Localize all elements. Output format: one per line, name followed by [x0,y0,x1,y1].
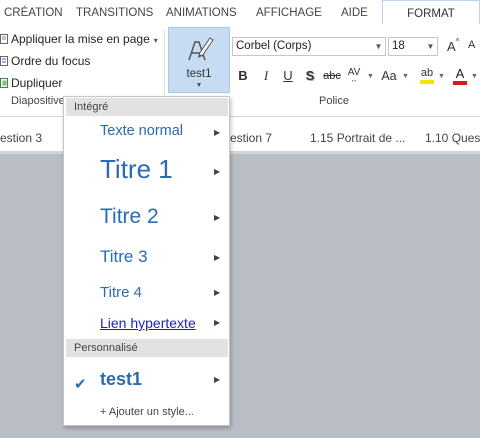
underline-button[interactable]: U [281,67,295,85]
style-item-label: Titre 2 [100,205,159,228]
duplicate-button[interactable]: Dupliquer [0,74,62,92]
tab-aide[interactable]: AIDE [341,0,368,24]
focus-order-label: Ordre du focus [11,54,91,68]
font-color-glyph: A [455,66,465,81]
chevron-down-icon: ▼ [195,82,203,89]
bold-button[interactable]: B [236,67,250,85]
slide-tab[interactable]: estion 3 [0,131,42,145]
shadow-button[interactable]: S [303,67,317,85]
grow-font-button[interactable]: A^ [447,37,459,54]
style-gallery-button[interactable]: test1 ▼ [168,27,230,93]
chevron-down-icon[interactable]: ▼ [372,38,385,55]
chevron-right-icon: ▶ [214,253,221,262]
chevron-down-icon[interactable]: ▼ [438,68,445,86]
focus-order-icon [0,54,9,66]
style-item-label: Titre 3 [100,247,148,266]
apply-layout-button[interactable]: Appliquer la mise en page ▾ [0,30,158,48]
font-size-value: 18 [392,40,405,52]
highlight-button[interactable]: ab [418,67,436,85]
chevron-right-icon: ▶ [214,167,221,176]
chevron-down-icon[interactable]: ▼ [471,68,478,86]
font-color-bar [453,81,467,85]
font-name-combobox[interactable]: Corbel (Corps) ▼ [232,37,386,56]
style-button-label: test1 [186,68,212,80]
font-color-button[interactable]: A [452,67,468,85]
character-spacing-button[interactable]: AV ↔ [344,67,364,85]
slide-tab[interactable]: estion 7 [230,131,272,145]
strikethrough-button[interactable]: abc [320,67,344,85]
tab-creation[interactable]: CRÉATION [4,0,63,24]
shrink-font-button[interactable]: A [468,39,475,51]
slide-tab[interactable]: 1.10 Ques [425,131,480,145]
ribbon-tab-row: CRÉATION TRANSITIONS ANIMATIONS AFFICHAG… [0,0,480,25]
chevron-right-icon: ▶ [214,318,221,327]
police-group-label: Police [319,95,349,107]
custom-section-header: Personnalisé [66,339,228,357]
chevron-down-icon[interactable]: ▼ [402,68,409,86]
style-item-label: Titre 1 [100,154,173,184]
chevron-down-icon[interactable]: ▼ [424,38,437,55]
style-item-label: Titre 4 [100,284,142,301]
grow-font-glyph: A [447,39,456,54]
chevron-right-icon: ▶ [214,375,221,384]
italic-button[interactable]: I [259,67,273,85]
style-item-label: Lien hypertexte [100,315,196,331]
highlight-color-bar [420,80,434,84]
style-item-label: Texte normal [100,123,184,139]
font-size-combobox[interactable]: 18 ▼ [388,37,438,56]
tab-affichage[interactable]: AFFICHAGE [256,0,322,24]
checkmark-icon: ✔ [74,376,87,393]
diapositive-group-label: Diapositive [11,95,65,107]
apply-layout-label: Appliquer la mise en page [11,32,150,46]
builtin-section-header: Intégré [66,98,228,116]
chevron-down-icon[interactable]: ▼ [367,68,374,86]
tab-format[interactable]: FORMAT [382,0,480,25]
add-style-link[interactable]: + Ajouter un style... [100,406,194,418]
chevron-right-icon: ▶ [214,213,221,222]
tab-transitions[interactable]: TRANSITIONS [76,0,153,24]
spacing-arrows-icon: ↔ [350,77,358,84]
highlight-glyph: ab [420,67,434,79]
chevron-right-icon: ▶ [214,128,221,137]
change-case-button[interactable]: Aa [378,67,400,85]
style-item-label: test1 [100,369,143,389]
chevron-right-icon: ▶ [214,288,221,297]
shrink-font-glyph: A [468,39,476,51]
slide-tab[interactable]: 1.15 Portrait de ... [310,131,405,145]
duplicate-icon [0,76,9,88]
text-style-pen-icon [188,37,214,61]
tab-animations[interactable]: ANIMATIONS [166,0,237,24]
focus-order-button[interactable]: Ordre du focus [0,52,90,70]
font-name-value: Corbel (Corps) [236,40,312,52]
style-gallery-menu: Intégré Texte normal ▶ Titre 1 ▶ Titre 2… [63,96,230,426]
layout-icon [0,32,9,44]
duplicate-label: Dupliquer [11,76,63,90]
chevron-down-icon: ▾ [153,36,158,45]
